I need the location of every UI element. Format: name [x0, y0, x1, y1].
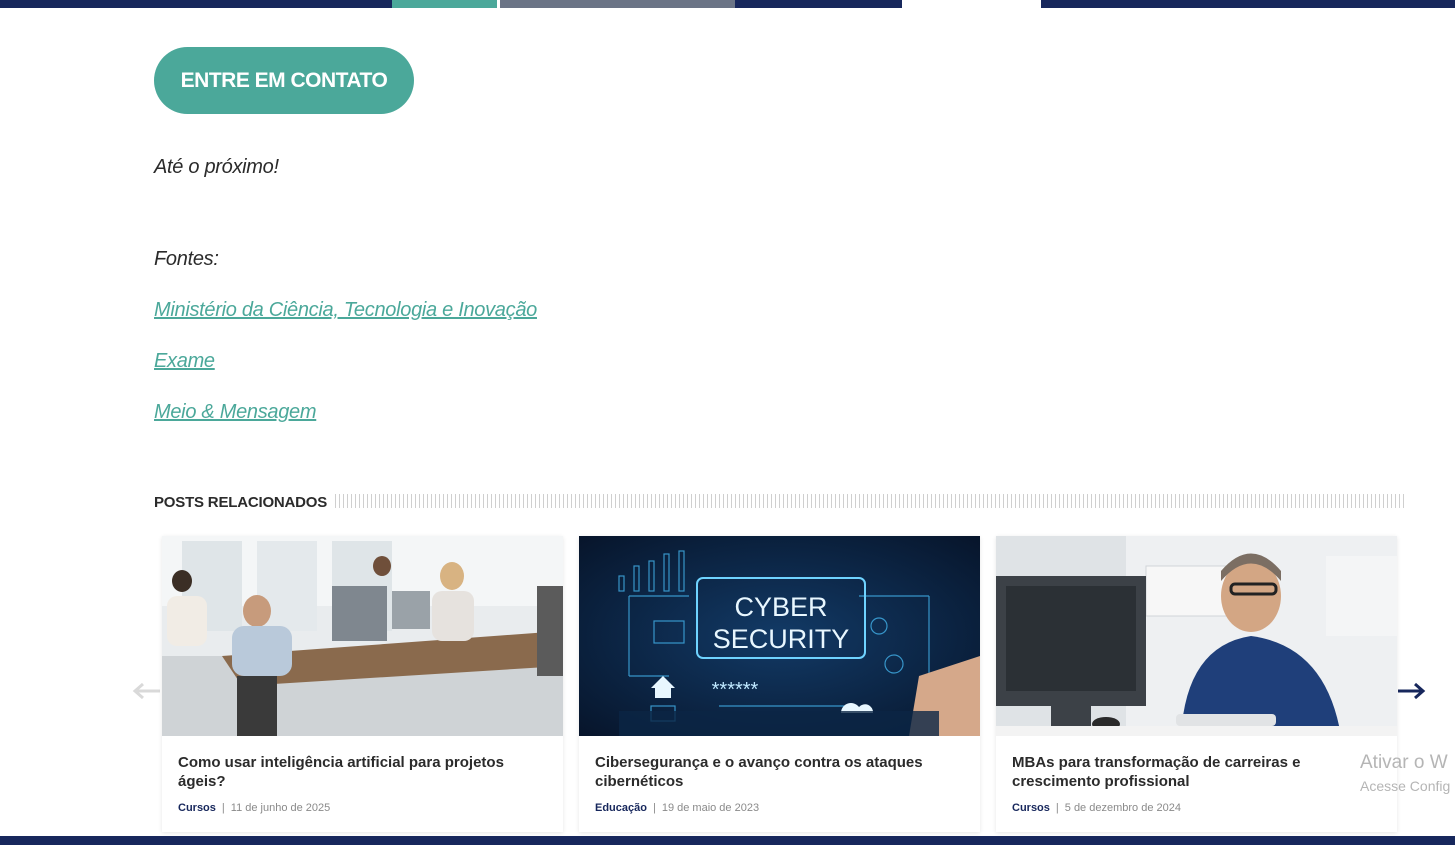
bottom-decorative-strip	[0, 836, 1455, 845]
source-link-meio-mensagem[interactable]: Meio & Mensagem	[154, 401, 317, 424]
svg-text:CYBER: CYBER	[734, 592, 827, 622]
closing-text: Até o próximo!	[154, 156, 279, 178]
post-meta: Cursos | 11 de junho de 2025	[178, 802, 330, 814]
svg-text:SECURITY: SECURITY	[713, 624, 850, 654]
arrow-left-icon[interactable]	[132, 676, 162, 706]
post-meta: Educação | 19 de maio de 2023	[595, 802, 759, 814]
post-card[interactable]: MBAs para transformação de carreiras e c…	[996, 536, 1397, 832]
meta-separator: |	[652, 802, 656, 814]
related-posts-title: POSTS RELACIONADOS	[154, 494, 328, 511]
post-image-professional[interactable]	[996, 536, 1397, 736]
post-image-office[interactable]	[162, 536, 563, 736]
svg-text:******: ******	[712, 679, 759, 701]
post-category[interactable]: Cursos	[1012, 802, 1050, 814]
post-card[interactable]: CYBER SECURITY ****** Cibersegurança e o…	[579, 536, 980, 832]
source-link-mcti[interactable]: Ministério da Ciência, Tecnologia e Inov…	[154, 299, 537, 322]
section-divider	[335, 494, 1404, 508]
post-title[interactable]: Como usar inteligência artificial para p…	[178, 753, 548, 791]
contact-button[interactable]: ENTRE EM CONTATO	[154, 47, 414, 114]
post-card[interactable]: Como usar inteligência artificial para p…	[162, 536, 563, 832]
post-category[interactable]: Educação	[595, 802, 647, 814]
activation-watermark-title: Ativar o W	[1360, 752, 1448, 773]
sources-heading: Fontes:	[154, 248, 219, 270]
post-category[interactable]: Cursos	[178, 802, 216, 814]
post-date: 19 de maio de 2023	[661, 802, 760, 814]
top-decorative-strip	[0, 0, 1455, 8]
post-image-cyber-security[interactable]: CYBER SECURITY ******	[579, 536, 980, 736]
post-date: 11 de junho de 2025	[230, 802, 331, 814]
post-date: 5 de dezembro de 2024	[1064, 802, 1181, 814]
meta-separator: |	[1055, 802, 1059, 814]
source-link-exame[interactable]: Exame	[154, 350, 215, 373]
post-title[interactable]: Cibersegurança e o avanço contra os ataq…	[595, 753, 965, 791]
meta-separator: |	[221, 802, 225, 814]
activation-watermark-subtitle: Acesse Config	[1360, 778, 1451, 794]
post-meta: Cursos | 5 de dezembro de 2024	[1012, 802, 1181, 814]
post-title[interactable]: MBAs para transformação de carreiras e c…	[1012, 753, 1382, 791]
arrow-right-icon[interactable]	[1396, 676, 1426, 706]
